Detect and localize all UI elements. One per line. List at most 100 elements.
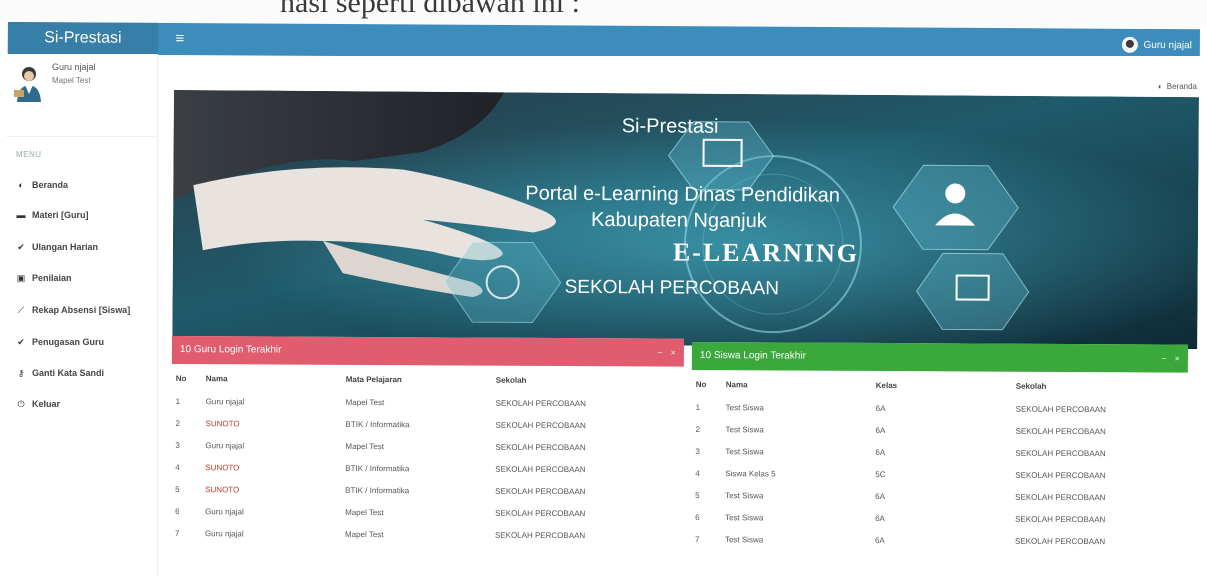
score-icon: ▣ <box>16 272 26 283</box>
sidebar-item-rekap-absensi[interactable]: ⟋ Rekap Absensi [Siswa] <box>16 301 130 319</box>
collapse-icon[interactable]: − <box>657 339 662 367</box>
app-logo[interactable]: Si-Prestasi <box>7 22 158 55</box>
cell: Test Siswa <box>725 425 764 435</box>
table-row: 7 Test Siswa 6A SEKOLAH PERCOBAAN <box>691 529 1187 554</box>
cell: Test Siswa <box>725 491 764 501</box>
divider <box>6 136 158 137</box>
cell: SEKOLAH PERCOBAAN <box>494 530 586 541</box>
cell: 3 <box>175 441 180 451</box>
guru-box-header: 10 Guru Login Terakhir − × <box>171 336 684 367</box>
sidebar-item-label: Penugasan Guru <box>32 337 105 347</box>
column-header: Mata Pelajaran <box>345 374 402 385</box>
siswa-box-title: 10 Siswa Login Terakhir <box>699 350 806 362</box>
sidebar-item-beranda[interactable]: ◐ Beranda <box>16 176 68 194</box>
collapse-icon[interactable]: − <box>1161 344 1166 372</box>
cell: 6A <box>875 491 886 502</box>
table-row: 1 Guru njajal Mapel Test SEKOLAH PERCOBAAN <box>172 391 684 416</box>
cell: 3 <box>695 447 700 457</box>
cell: SEKOLAH PERCOBAAN <box>1015 448 1106 459</box>
banner-school: SEKOLAH PERCOBAAN <box>564 276 780 300</box>
sidebar-item-ganti-kata-sandi[interactable]: ⚷ Ganti Kata Sandi <box>16 364 104 382</box>
cell: Guru njajal <box>205 397 245 407</box>
avatar <box>12 64 46 102</box>
sidebar-user-subject: Mapel Test <box>52 76 91 85</box>
cell: SEKOLAH PERCOBAAN <box>495 420 586 431</box>
siswa-table: No Nama Kelas Sekolah 1 Test Siswa 6A SEKOL… <box>691 370 1188 554</box>
table-row: 3 Test Siswa 6A SEKOLAH PERCOBAAN <box>691 441 1187 466</box>
sidebar-item-label: Keluar <box>32 399 61 409</box>
cell: SEKOLAH PERCOBAAN <box>1014 536 1106 547</box>
cell: 6A <box>875 425 886 436</box>
dashboard-icon: ◐ <box>18 180 24 190</box>
key-icon: ⚷ <box>17 367 25 378</box>
column-header: No <box>175 374 187 384</box>
cell: Guru njajal <box>205 441 245 451</box>
bars-icon[interactable]: ≡ <box>168 23 192 55</box>
table-row: 6 Guru njajal Mapel Test SEKOLAH PERCOBAAN <box>171 501 683 526</box>
column-header: Sekolah <box>495 375 527 385</box>
cell: 2 <box>695 425 701 435</box>
table-row: 5 SUNOTO BTIK / Informatika SEKOLAH PERCOBA… <box>171 479 683 504</box>
sidebar-item-label: Ulangan Harian <box>32 242 99 252</box>
cell: Siswa Kelas 5 <box>725 469 776 479</box>
cell: Test Siswa <box>725 447 764 457</box>
guru-table: No Nama Mata Pelajaran Sekolah 1 Guru nja… <box>171 364 684 548</box>
check-icon: ✔ <box>17 241 25 252</box>
sidebar-item-ulangan-harian[interactable]: ✔ Ulangan Harian <box>16 238 98 256</box>
box-tools: − × <box>657 339 676 367</box>
cell: 4 <box>175 463 180 473</box>
table-row: 3 Guru njajal Mapel Test SEKOLAH PERCOBAAN <box>171 435 683 460</box>
column-header: Nama <box>725 380 748 390</box>
close-icon[interactable]: × <box>671 339 676 367</box>
banner-subtitle-line1: Portal e-Learning Dinas Pendidikan <box>525 182 840 207</box>
sidebar-user-name: Guru njajal <box>52 62 96 72</box>
line-chart-icon: ⟋ <box>17 304 25 315</box>
sidebar-item-materi[interactable]: ▬ Materi [Guru] <box>16 206 89 224</box>
column-header: Kelas <box>875 380 898 391</box>
table-row: 2 Test Siswa 6A SEKOLAH PERCOBAAN <box>691 419 1187 444</box>
sidebar-item-penugasan-guru[interactable]: ✔ Penugasan Guru <box>16 333 104 351</box>
table-header-row: No Nama Kelas Sekolah <box>692 370 1188 400</box>
breadcrumb[interactable]: ◐ Beranda <box>1158 82 1197 91</box>
table-row: 6 Test Siswa 6A SEKOLAH PERCOBAAN <box>691 507 1187 532</box>
check-icon: ✔ <box>17 336 25 347</box>
cell: 6A <box>875 447 886 458</box>
cell: SEKOLAH PERCOBAAN <box>1015 426 1106 437</box>
sidebar-item-label: Ganti Kata Sandi <box>32 368 105 378</box>
sidebar-item-label: Penilaian <box>32 273 72 283</box>
cell: 6A <box>875 403 886 414</box>
sidebar: Guru njajal Mapel Test MENU ◐ Beranda ▬ … <box>6 54 158 576</box>
cell: 7 <box>174 529 180 539</box>
cell: BTIK / Informatika <box>345 485 410 496</box>
banner-elearning: E-LEARNING <box>672 237 860 268</box>
cell: SEKOLAH PERCOBAAN <box>495 398 586 409</box>
cell: SEKOLAH PERCOBAAN <box>495 508 586 519</box>
hero-banner: Si-Prestasi Portal e-Learning Dinas Pend… <box>172 90 1199 350</box>
cell: Guru njajal <box>204 529 244 539</box>
guru-login-box: 10 Guru Login Terakhir − × No Nama Mata … <box>170 336 684 576</box>
column-header: Nama <box>205 374 228 384</box>
dashboard-icon: ◐ <box>1157 82 1163 91</box>
guru-box-title: 10 Guru Login Terakhir <box>179 344 282 356</box>
column-header: Sekolah <box>1015 381 1047 391</box>
sidebar-item-penilaian[interactable]: ▣ Penilaian <box>16 269 72 287</box>
column-header: No <box>695 380 707 390</box>
sidebar-item-keluar[interactable]: ⏻ Keluar <box>16 395 60 413</box>
power-icon: ⏻ <box>17 398 25 409</box>
cell: SEKOLAH PERCOBAAN <box>495 464 586 475</box>
siswa-login-box: 10 Siswa Login Terakhir − × No Nama Kela… <box>690 342 1188 576</box>
sidebar-item-label: Beranda <box>32 180 69 190</box>
table-row: 5 Test Siswa 6A SEKOLAH PERCOBAAN <box>691 485 1187 510</box>
cell: 6A <box>874 535 885 546</box>
cell: 6 <box>175 507 180 517</box>
cell: Mapel Test <box>345 507 384 518</box>
document-text: nasi seperti dibawah ini : <box>280 0 580 19</box>
cell: Mapel Test <box>344 529 384 540</box>
cell: Mapel Test <box>345 397 385 408</box>
banner-title: Si-Prestasi <box>621 115 719 138</box>
user-avatar-icon <box>1121 36 1138 53</box>
cell: 6 <box>695 513 700 523</box>
close-icon[interactable]: × <box>1175 345 1180 373</box>
cell: BTIK / Informatika <box>345 419 410 430</box>
cell: 5 <box>175 485 180 495</box>
